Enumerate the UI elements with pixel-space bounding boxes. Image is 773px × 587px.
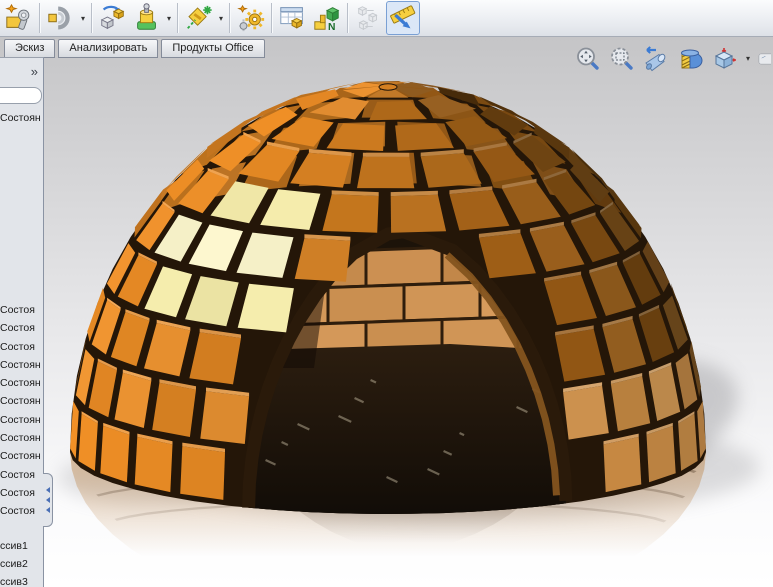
new-motion-study-button[interactable]: N [310, 1, 344, 35]
section-view-button[interactable] [675, 44, 704, 73]
hole-wizard-icon [132, 3, 162, 33]
tree-item-state[interactable]: Состоя [0, 301, 41, 319]
tree-item-state[interactable]: Состоян [0, 109, 41, 127]
tree-item-state[interactable]: Состоя [0, 502, 41, 520]
previous-view-button[interactable] [641, 44, 670, 73]
tree-item-state[interactable]: Состоян [0, 429, 41, 447]
tree-item-state[interactable]: Состоян [0, 411, 41, 429]
headsup-view-toolbar: ▾ [573, 44, 771, 73]
bill-of-materials-icon [278, 3, 308, 33]
tree-item-pattern[interactable]: ссив1 [0, 537, 28, 555]
tree-item-state[interactable]: Состоя [0, 466, 41, 484]
mate-icon [46, 3, 76, 33]
mate-button[interactable] [44, 1, 78, 35]
insert-component-button[interactable] [2, 1, 36, 35]
tree-item-pattern[interactable]: ссив2 [0, 555, 28, 573]
tree-item-pattern[interactable]: ссив3 [0, 573, 28, 587]
tree-item-state[interactable]: Состоян [0, 447, 41, 465]
expand-panel-chevron[interactable]: » [31, 64, 38, 79]
new-motion-study-icon: N [312, 3, 342, 33]
exploded-view-icon [354, 3, 384, 33]
smart-fastener-button[interactable] [182, 1, 216, 35]
instant3d-button[interactable] [386, 1, 420, 35]
bill-of-materials-button[interactable] [276, 1, 310, 35]
feature-search-input[interactable] [0, 87, 42, 104]
zoom-to-area-button[interactable] [607, 44, 636, 73]
hole-wizard-button[interactable] [130, 1, 164, 35]
insert-component-icon [4, 3, 34, 33]
viewport-3d-model[interactable] [0, 37, 773, 587]
view-orientation-dropdown-arrow[interactable]: ▾ [743, 54, 753, 63]
view-orientation-button[interactable] [709, 44, 738, 73]
feature-manager-panel: » Состоян СостояСостояСостояСостоянСосто… [0, 57, 44, 587]
tree-item-state[interactable]: Состоян [0, 392, 41, 410]
panel-collapse-handle[interactable] [43, 473, 53, 527]
tree-pattern-list: ссив1ссив2ссив3 [0, 537, 28, 587]
motion-gears-icon [236, 3, 266, 33]
motion-gears-button[interactable] [234, 1, 268, 35]
tree-item-state[interactable]: Состоян [0, 356, 41, 374]
zoom-to-fit-icon [574, 45, 602, 73]
command-manager-tabs: Эскиз Анализировать Продукты Office [4, 39, 265, 58]
toolbar-separator [229, 3, 231, 33]
section-view-icon [676, 45, 704, 73]
previous-view-icon [642, 45, 670, 73]
smart-fastener-icon [184, 3, 214, 33]
view-orientation-icon [710, 45, 738, 73]
tab-evaluate[interactable]: Анализировать [58, 39, 158, 58]
hole-wizard-dropdown-arrow[interactable]: ▾ [164, 14, 174, 23]
zoom-to-fit-button[interactable] [573, 44, 602, 73]
tree-item-state[interactable]: Состоя [0, 319, 41, 337]
collapse-arrow-icon [46, 487, 50, 493]
graphics-area: Эскиз Анализировать Продукты Office [0, 37, 773, 587]
tree-item-state[interactable]: Состоя [0, 338, 41, 356]
main-toolbar: ▾ ▾ [0, 0, 773, 37]
tree-item-state[interactable]: Состоя [0, 484, 41, 502]
move-component-icon [98, 3, 128, 33]
solidworks-window: ▾ ▾ [0, 0, 773, 587]
zoom-to-area-icon [608, 45, 636, 73]
toolbar-separator [271, 3, 273, 33]
collapse-arrow-icon [46, 497, 50, 503]
collapse-arrow-icon [46, 507, 50, 513]
instant3d-icon [388, 3, 418, 33]
move-component-button[interactable] [96, 1, 130, 35]
svg-text:N: N [328, 22, 335, 33]
toolbar-separator [347, 3, 349, 33]
tree-item-state[interactable]: Состоян [0, 374, 41, 392]
display-style-button[interactable] [758, 44, 771, 73]
tab-sketch[interactable]: Эскиз [4, 39, 55, 58]
tree-state-list: СостояСостояСостояСостоянСостоянСостоянС… [0, 301, 41, 521]
smart-fastener-dropdown-arrow[interactable]: ▾ [216, 14, 226, 23]
mate-dropdown-arrow[interactable]: ▾ [78, 14, 88, 23]
toolbar-separator [177, 3, 179, 33]
exploded-view-button [352, 1, 386, 35]
display-style-icon [758, 46, 771, 72]
toolbar-separator [91, 3, 93, 33]
tab-office-products[interactable]: Продукты Office [161, 39, 264, 58]
toolbar-separator [39, 3, 41, 33]
